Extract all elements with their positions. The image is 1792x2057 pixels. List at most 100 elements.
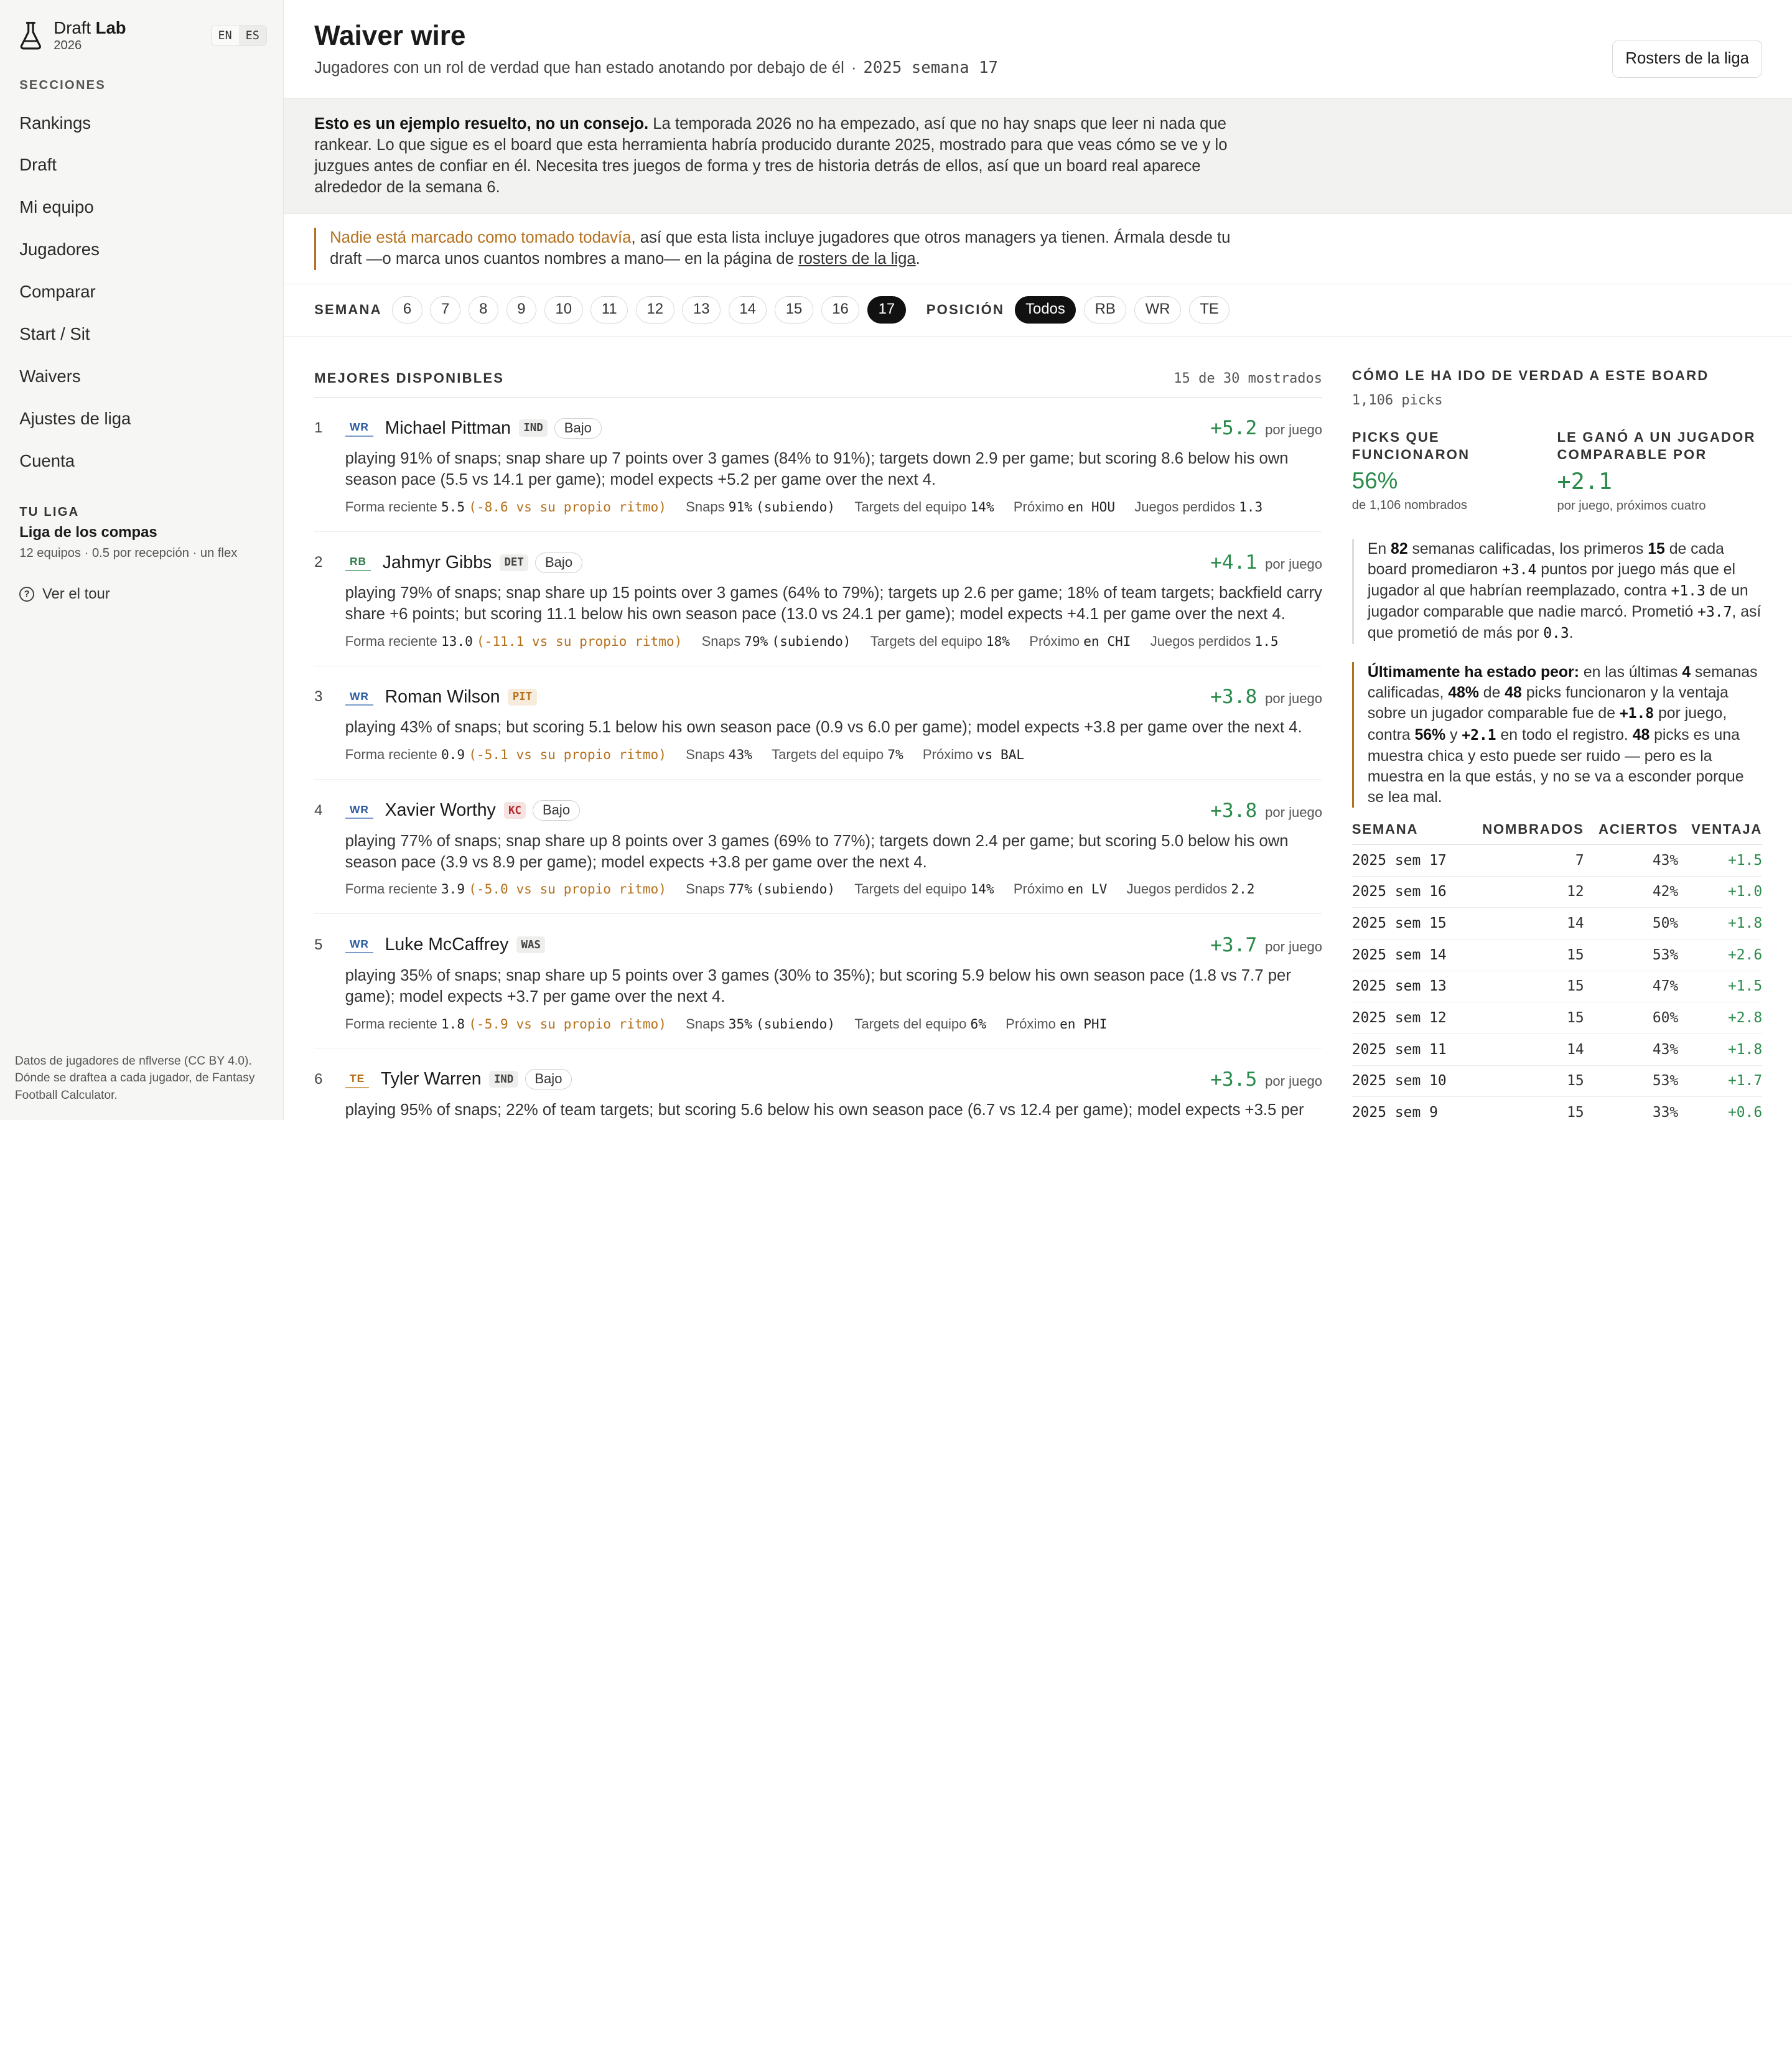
lang-en-button[interactable]: EN (212, 26, 239, 45)
stat-next-game: Próximo vs BAL (922, 747, 1025, 763)
metric-hit-rate: PICKS QUE FUNCIONARON 56% de 1,106 nombr… (1351, 429, 1470, 513)
position-chip-rb[interactable]: RB (1084, 296, 1127, 324)
brand-name[interactable]: Draft Lab (54, 18, 210, 37)
player-stats: Forma reciente 13.0 (-11.1 vs su propio … (314, 633, 1322, 650)
sidebar-item-jugadores[interactable]: Jugadores (0, 228, 283, 271)
list-count: 15 de 30 mostrados (1174, 370, 1323, 386)
table-cell: 2025 sem 16 (1351, 876, 1464, 908)
table-cell: 15 (1463, 939, 1584, 971)
table-cell: 43% (1584, 1033, 1679, 1066)
league-heading: TU LIGA (19, 505, 80, 519)
player-rank: 6 (314, 1070, 323, 1088)
player-row[interactable]: 4 WR Xavier Worthy KC Bajo +3.8 por juego playi… (314, 780, 1323, 915)
player-header: 6 TE Tyler Warren IND Bajo +3.5 por juego (314, 1067, 1322, 1092)
table-cell: +1.7 (1678, 1065, 1763, 1098)
team-badge: IND (518, 419, 548, 437)
league-rosters-link[interactable]: rosters de la liga (798, 250, 916, 268)
table-cell: 50% (1584, 907, 1679, 940)
position-filter-label: POSICIÓN (926, 302, 1005, 318)
player-row[interactable]: 2 RB Jahmyr Gibbs DET Bajo +4.1 por juego playi… (314, 532, 1323, 666)
level-badge: Bajo (533, 800, 580, 821)
player-name[interactable]: Tyler Warren (381, 1069, 482, 1089)
week-chip-6[interactable]: 6 (392, 296, 422, 324)
stat-games-missed: Juegos perdidos 1.3 (1134, 498, 1263, 515)
table-cell: 2025 sem 12 (1351, 1002, 1464, 1034)
nav-heading: SECCIONES (19, 78, 106, 92)
season-label: 2025 semana 17 (863, 58, 999, 78)
team-badge: DET (500, 554, 529, 571)
table-row: 2025 sem 15 14 50% +1.8 (1351, 907, 1763, 940)
help-icon: ? (19, 586, 35, 602)
table-cell: 2025 sem 13 (1351, 971, 1464, 1003)
table-cell: +2.6 (1678, 939, 1763, 971)
sidebar-item-comparar[interactable]: Comparar (0, 271, 283, 313)
projected-edge: +3.5 por juego (1210, 1068, 1322, 1091)
position-badge: TE (345, 1071, 370, 1088)
language-switch: EN ES (210, 25, 267, 47)
table-header: NOMBRADOS (1463, 821, 1584, 845)
main: Waiver wire Jugadores con un rol de verd… (283, 0, 1792, 1120)
table-cell: 2025 sem 17 (1351, 844, 1464, 877)
player-header: 3 WR Roman Wilson PIT +3.8 por juego (314, 684, 1322, 709)
player-name[interactable]: Michael Pittman (385, 418, 511, 439)
edge-unit: por juego (1265, 804, 1323, 820)
player-name[interactable]: Xavier Worthy (385, 800, 496, 821)
week-chip-15[interactable]: 15 (775, 296, 813, 324)
week-chip-13[interactable]: 13 (682, 296, 721, 324)
sidebar-item-waivers[interactable]: Waivers (0, 355, 283, 398)
stat-snaps: Snaps 43% (686, 747, 752, 763)
table-cell: 2025 sem 11 (1351, 1033, 1464, 1066)
stat-recent-form: Forma reciente 1.8 (-5.9 vs su propio ri… (345, 1015, 666, 1032)
player-row[interactable]: 6 TE Tyler Warren IND Bajo +3.5 por juego playi… (314, 1048, 1322, 1120)
edge-value: +3.7 (1210, 933, 1258, 956)
table-row: 2025 sem 16 12 42% +1.0 (1351, 876, 1763, 908)
team-badge: WAS (516, 936, 546, 954)
player-name[interactable]: Luke McCaffrey (385, 935, 509, 955)
nav-list: Rankings Draft Mi equipo Jugadores Comparar S… (0, 102, 283, 483)
team-badge: IND (489, 1071, 518, 1088)
week-chip-10[interactable]: 10 (544, 296, 583, 324)
week-chip-17[interactable]: 17 (867, 296, 906, 324)
player-rank: 5 (314, 936, 323, 953)
week-chip-12[interactable]: 12 (636, 296, 674, 324)
table-row: 2025 sem 12 15 60% +2.8 (1351, 1002, 1763, 1034)
league-rosters-button[interactable]: Rosters de la liga (1612, 40, 1763, 78)
player-rank: 2 (314, 554, 323, 571)
position-chip-wr[interactable]: WR (1134, 296, 1181, 324)
week-chip-11[interactable]: 11 (590, 296, 628, 324)
week-chip-14[interactable]: 14 (728, 296, 767, 324)
callout: Nadie está marcado como tomado todavía, … (283, 214, 1792, 284)
player-name[interactable]: Jahmyr Gibbs (383, 553, 492, 573)
stat-games-missed: Juegos perdidos 2.2 (1126, 881, 1255, 897)
player-row[interactable]: 1 WR Michael Pittman IND Bajo +5.2 por juego pl… (314, 398, 1323, 532)
player-row[interactable]: 3 WR Roman Wilson PIT +3.8 por juego playing 4… (314, 666, 1323, 780)
sidebar-item-start-sit[interactable]: Start / Sit (0, 313, 283, 355)
player-row[interactable]: 5 WR Luke McCaffrey WAS +3.7 por juego playing… (314, 914, 1323, 1049)
position-chip-te[interactable]: TE (1188, 296, 1230, 324)
table-row: 2025 sem 10 15 53% +1.7 (1351, 1065, 1763, 1098)
player-name[interactable]: Roman Wilson (385, 687, 500, 707)
sidebar-item-mi-equipo[interactable]: Mi equipo (0, 186, 283, 228)
league-name: Liga de los compas (19, 524, 157, 541)
stat-team-targets: Targets del equipo 18% (870, 633, 1010, 650)
team-badge: PIT (508, 688, 537, 706)
worked-example-notice: Esto es un ejemplo resuelto, no un conse… (283, 98, 1792, 214)
position-chip-todos[interactable]: Todos (1014, 296, 1076, 324)
page-subtitle: Jugadores con un rol de verdad que han e… (314, 58, 999, 78)
sidebar-item-rankings[interactable]: Rankings (0, 102, 283, 144)
week-chip-9[interactable]: 9 (506, 296, 537, 324)
recent-performance-warning: Últimamente ha estado peor: en las últim… (1351, 662, 1762, 808)
tour-link[interactable]: ? Ver el tour (0, 561, 283, 603)
week-chip-8[interactable]: 8 (468, 296, 498, 324)
table-header: SEMANA (1351, 821, 1464, 845)
sidebar-item-draft[interactable]: Draft (0, 144, 283, 186)
lang-es-button[interactable]: ES (238, 26, 266, 46)
week-chip-7[interactable]: 7 (430, 296, 460, 324)
week-chip-16[interactable]: 16 (821, 296, 860, 324)
weekly-results-table: SEMANA NOMBRADOS ACIERTOS VENTAJA 2025 sem … (1351, 821, 1763, 1120)
player-header: 4 WR Xavier Worthy KC Bajo +3.8 por juego (314, 798, 1322, 823)
table-cell: +1.0 (1678, 876, 1763, 908)
sidebar-item-cuenta[interactable]: Cuenta (0, 440, 283, 482)
track-record-picks: 1,106 picks (1351, 393, 1443, 409)
sidebar-item-ajustes-de-liga[interactable]: Ajustes de liga (0, 398, 283, 440)
